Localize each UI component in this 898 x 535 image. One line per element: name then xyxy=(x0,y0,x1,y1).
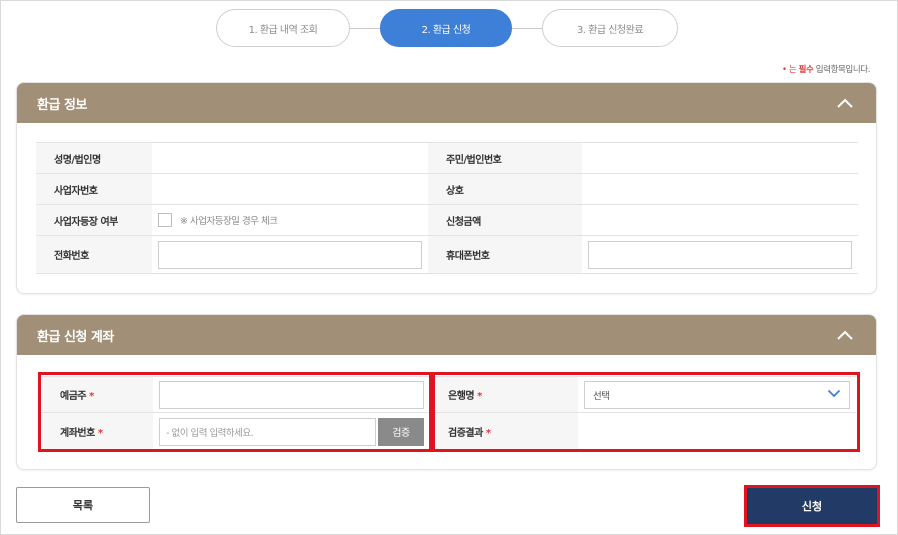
depositor-label: 예금주 * xyxy=(42,376,153,413)
phone-cell xyxy=(152,235,428,274)
account-number-group: - 없이 입력 입력하세요. 검증 xyxy=(159,417,424,446)
step-connector xyxy=(512,28,542,29)
required-mark: * xyxy=(97,428,103,439)
step-indicator: 1. 환급 내역 조회 2. 환급 신청 3. 환급 신청완료 xyxy=(216,9,678,47)
company-name-label: 상호 xyxy=(428,173,582,205)
chevron-up-icon[interactable] xyxy=(834,92,856,114)
refund-account-title: 환급 신청 계좌 xyxy=(37,329,114,345)
business-number-label: 사업자번호 xyxy=(36,173,152,205)
required-bullet: • 는 xyxy=(781,65,797,75)
step-2-active: 2. 환급 신청 xyxy=(380,9,512,47)
resident-number-label: 주민/법인번호 xyxy=(428,142,582,174)
phone-label: 전화번호 xyxy=(36,235,152,274)
verify-result-value xyxy=(578,412,856,451)
mobile-cell xyxy=(582,235,858,274)
name-value xyxy=(152,142,428,174)
depositor-cell xyxy=(153,376,430,413)
table-row: 사업자번호 상호 xyxy=(36,173,858,205)
chevron-up-icon[interactable] xyxy=(834,324,856,346)
bank-label: 은행명 * xyxy=(430,376,578,413)
account-number-label: 계좌번호 * xyxy=(42,412,153,451)
bank-select-value: 선택 xyxy=(593,390,610,402)
table-row: 사업자등장 여부 ※ 사업자등장일 경우 체크 신청금액 xyxy=(36,204,858,236)
business-registered-checkbox[interactable] xyxy=(158,213,172,227)
refund-info-title: 환급 정보 xyxy=(37,97,87,113)
table-row: 계좌번호 * - 없이 입력 입력하세요. 검증 검증결과 * xyxy=(42,412,856,451)
refund-account-header[interactable]: 환급 신청 계좌 xyxy=(17,315,876,355)
name-label: 성명/법인명 xyxy=(36,142,152,174)
business-registered-cell: ※ 사업자등장일 경우 체크 xyxy=(152,204,428,236)
refund-info-table: 성명/법인명 주민/법인번호 사업자번호 상호 사업자등장 여부 ※ 사업자등장… xyxy=(36,142,858,274)
required-suffix: 입력항목입니다. xyxy=(815,65,871,75)
depositor-label-text: 예금주 xyxy=(60,391,87,402)
required-emphasis: 필수 xyxy=(798,65,814,75)
business-checkbox-note: ※ 사업자등장일 경우 체크 xyxy=(180,216,278,227)
required-mark: * xyxy=(89,391,94,402)
account-number-input[interactable]: - 없이 입력 입력하세요. xyxy=(159,417,376,446)
step-1: 1. 환급 내역 조회 xyxy=(216,9,350,47)
depositor-input[interactable] xyxy=(159,380,424,409)
company-name-value xyxy=(582,173,858,205)
bank-label-text: 은행명 xyxy=(448,391,475,402)
refund-account-panel: 환급 신청 계좌 예금주 * 은행명 * 선택 계좌번호 * - 없이 입력 입… xyxy=(16,314,877,470)
business-number-value xyxy=(152,173,428,205)
bank-select[interactable]: 선택 xyxy=(584,380,850,409)
required-note: • 는 필수 입력항목입니다. xyxy=(782,63,870,75)
refund-info-header[interactable]: 환급 정보 xyxy=(17,83,876,123)
verify-result-label-text: 검증결과 xyxy=(448,428,483,439)
list-button[interactable]: 목록 xyxy=(16,487,150,523)
step-3: 3. 환급 신청완료 xyxy=(542,9,678,47)
apply-button[interactable]: 신청 xyxy=(744,485,880,527)
verify-result-label: 검증결과 * xyxy=(430,412,578,451)
request-amount-label: 신청금액 xyxy=(428,204,582,236)
verify-button[interactable]: 검증 xyxy=(378,417,424,446)
business-registered-label: 사업자등장 여부 xyxy=(36,204,152,236)
account-label-text: 계좌번호 xyxy=(60,428,95,439)
refund-info-panel: 환급 정보 성명/법인명 주민/법인번호 사업자번호 상호 사업자등장 여부 ※… xyxy=(16,82,877,294)
step-connector xyxy=(350,28,380,29)
request-amount-value xyxy=(582,204,858,236)
table-row: 예금주 * 은행명 * 선택 xyxy=(42,376,856,413)
bank-cell: 선택 xyxy=(578,376,856,413)
required-mark: * xyxy=(485,428,491,439)
required-mark: * xyxy=(477,391,482,402)
resident-number-value xyxy=(582,142,858,174)
phone-input[interactable] xyxy=(158,240,422,269)
mobile-input[interactable] xyxy=(588,240,852,269)
account-number-cell: - 없이 입력 입력하세요. 검증 xyxy=(153,412,430,451)
chevron-down-icon xyxy=(827,389,841,401)
table-row: 성명/법인명 주민/법인번호 xyxy=(36,142,858,174)
mobile-label: 휴대폰번호 xyxy=(428,235,582,274)
refund-account-table: 예금주* 은행명* 선택 계좌번호* - 없이 입력 입력하세요. 검증 xyxy=(42,376,856,451)
table-row: 전화번호 휴대폰번호 xyxy=(36,235,858,274)
